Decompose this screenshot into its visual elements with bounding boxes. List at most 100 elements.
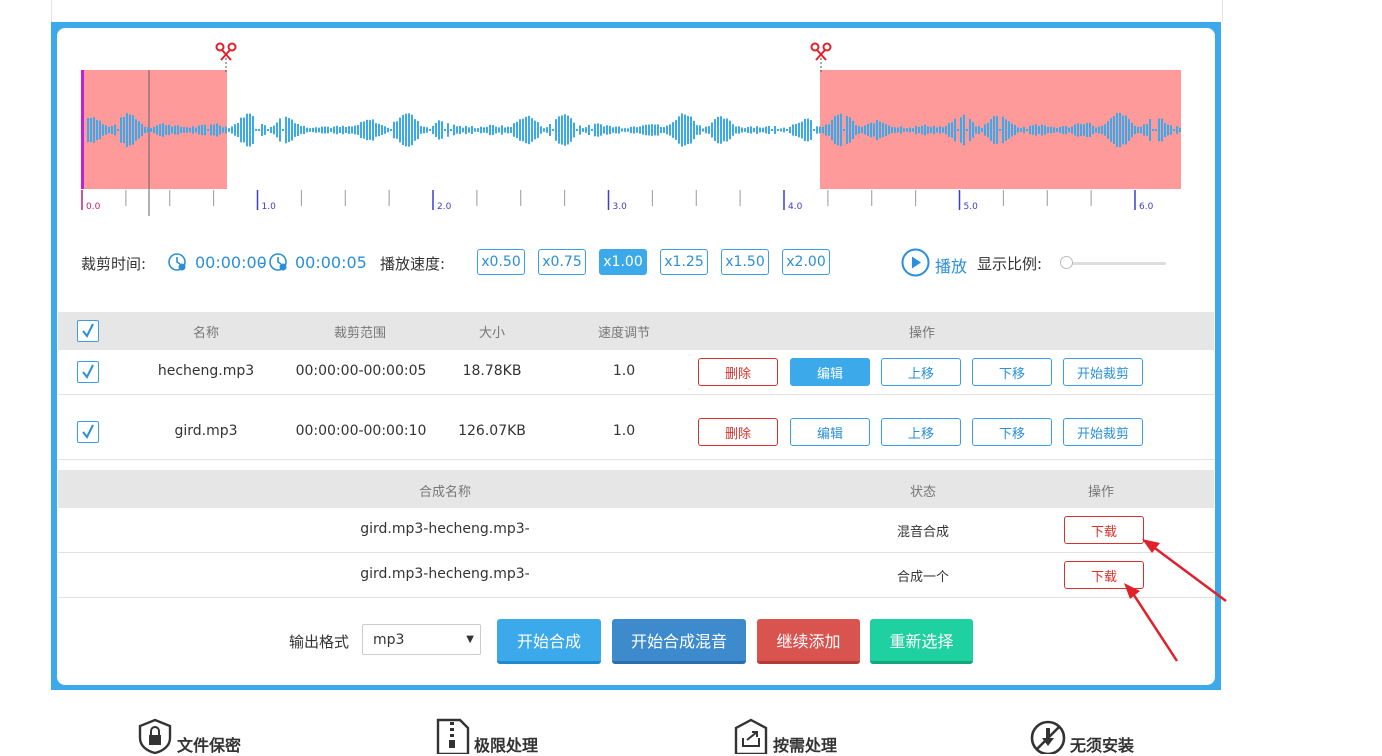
waveform-bar xyxy=(471,126,473,134)
waveform-bar xyxy=(318,127,320,133)
waveform-bar xyxy=(567,115,569,145)
start-cut-button[interactable]: 开始裁剪 xyxy=(1063,358,1143,386)
waveform-bar xyxy=(579,125,581,135)
start-merge-button[interactable]: 开始合成 xyxy=(497,619,601,664)
start-mix-button[interactable]: 开始合成混音 xyxy=(612,619,746,664)
end-time-value[interactable]: 00:00:05 xyxy=(295,253,367,272)
waveform-bar xyxy=(543,128,545,132)
waveform-bar xyxy=(156,125,158,135)
edit-button[interactable]: 编辑 xyxy=(790,358,870,386)
waveform-bar xyxy=(687,116,689,144)
waveform-bar xyxy=(843,129,845,131)
waveform-bar xyxy=(1071,126,1073,134)
waveform-bar xyxy=(1050,126,1052,134)
speed-label: 播放速度: xyxy=(380,255,446,273)
waveform-bar xyxy=(1092,125,1094,135)
speed-button-0.75[interactable]: x0.75 xyxy=(538,249,586,275)
waveform-bar xyxy=(1131,122,1133,138)
waveform-bar xyxy=(405,113,407,147)
play-button-label[interactable]: 播放 xyxy=(935,253,967,277)
output-format-select[interactable]: mp3 ▼ xyxy=(362,624,481,655)
waveform-bar xyxy=(201,124,203,136)
speed-button-0.50[interactable]: x0.50 xyxy=(477,249,525,275)
start-time-value[interactable]: 00:00:00 xyxy=(195,253,267,272)
row-checkbox[interactable] xyxy=(77,361,99,383)
waveform-bar xyxy=(345,126,347,134)
waveform-bar xyxy=(330,128,332,132)
waveform-bar xyxy=(912,128,914,132)
waveform-bar xyxy=(858,126,860,134)
ruler-label: 2.0 xyxy=(437,202,452,212)
waveform-bar xyxy=(888,125,890,135)
waveform-bar xyxy=(312,127,314,133)
move-up-button[interactable]: 上移 xyxy=(881,418,961,446)
col-header-size: 大小 xyxy=(478,326,505,341)
waveform-bar xyxy=(282,129,284,131)
row-checkbox[interactable] xyxy=(77,421,99,443)
waveform-bar xyxy=(183,127,185,133)
waveform-bar xyxy=(1149,119,1151,141)
move-down-button[interactable]: 下移 xyxy=(972,418,1052,446)
delete-button[interactable]: 删除 xyxy=(698,418,778,446)
waveform-bar xyxy=(678,116,680,144)
waveform-bar xyxy=(993,116,995,144)
waveform-bar xyxy=(1035,124,1037,136)
speed-button-1.50[interactable]: x1.50 xyxy=(721,249,769,275)
ruler-label: 3.0 xyxy=(613,202,628,212)
waveform-bar xyxy=(321,126,323,134)
playhead[interactable] xyxy=(81,70,84,189)
play-icon[interactable] xyxy=(901,248,930,277)
waveform-bar xyxy=(612,127,614,133)
merge-name: gird.mp3-hecheng.mp3- xyxy=(360,566,530,582)
speed-button-1.25[interactable]: x1.25 xyxy=(660,249,708,275)
move-up-button[interactable]: 上移 xyxy=(881,358,961,386)
waveform-bar xyxy=(180,127,182,133)
merge-status: 混音合成 xyxy=(896,525,949,540)
speed-button-2.00[interactable]: x2.00 xyxy=(782,249,830,275)
scissors-icon[interactable] xyxy=(810,42,832,61)
waveform-bar xyxy=(720,116,722,144)
select-all-checkbox[interactable] xyxy=(77,320,99,342)
continue-add-button[interactable]: 继续添加 xyxy=(757,619,860,664)
waveform-bar xyxy=(1155,129,1157,131)
move-down-button[interactable]: 下移 xyxy=(972,358,1052,386)
zoom-slider-track[interactable] xyxy=(1066,262,1166,265)
scissors-icon[interactable] xyxy=(215,42,237,61)
waveform-bar xyxy=(204,124,206,136)
start-clock-icon[interactable] xyxy=(167,252,187,272)
waveform-bar xyxy=(840,113,842,147)
col-header-status: 状态 xyxy=(909,485,936,500)
waveform-bar xyxy=(531,118,533,142)
waveform-bar xyxy=(756,126,758,134)
waveform-bar xyxy=(765,126,767,134)
edit-button[interactable]: 编辑 xyxy=(790,418,870,446)
waveform-bar xyxy=(1053,127,1055,133)
waveform-bar xyxy=(987,122,989,138)
zoom-slider-handle[interactable] xyxy=(1060,256,1073,269)
start-cut-button[interactable]: 开始裁剪 xyxy=(1063,418,1143,446)
waveform-bar xyxy=(1023,126,1025,134)
waveform-bar xyxy=(480,126,482,134)
waveform-bar xyxy=(414,119,416,141)
reselect-button[interactable]: 重新选择 xyxy=(870,619,973,664)
waveform-bar xyxy=(264,125,266,135)
waveform-bar xyxy=(735,126,737,134)
waveform-bar xyxy=(336,125,338,135)
feature-label: 极限处理 xyxy=(474,736,539,755)
waveform-bar xyxy=(717,116,719,144)
feature-label: 无须安装 xyxy=(1070,736,1135,755)
waveform-canvas[interactable]: 0.0 1.0 2.0 3.0 4.0 5.0 6.0 xyxy=(79,40,1191,216)
waveform-bar xyxy=(948,123,950,137)
speed-button-1.00[interactable]: x1.00 xyxy=(599,249,647,275)
checkmark-icon xyxy=(82,364,94,379)
waveform-bar xyxy=(990,119,992,141)
waveform-bar xyxy=(1086,122,1088,138)
file-size: 126.07KB xyxy=(458,423,526,439)
waveform-bar xyxy=(609,125,611,135)
waveform-bar xyxy=(780,128,782,132)
waveform-bar xyxy=(366,119,368,141)
waveform-bar xyxy=(261,123,263,137)
delete-button[interactable]: 删除 xyxy=(698,358,778,386)
waveform-bar xyxy=(642,125,644,135)
end-clock-icon[interactable] xyxy=(268,252,288,272)
